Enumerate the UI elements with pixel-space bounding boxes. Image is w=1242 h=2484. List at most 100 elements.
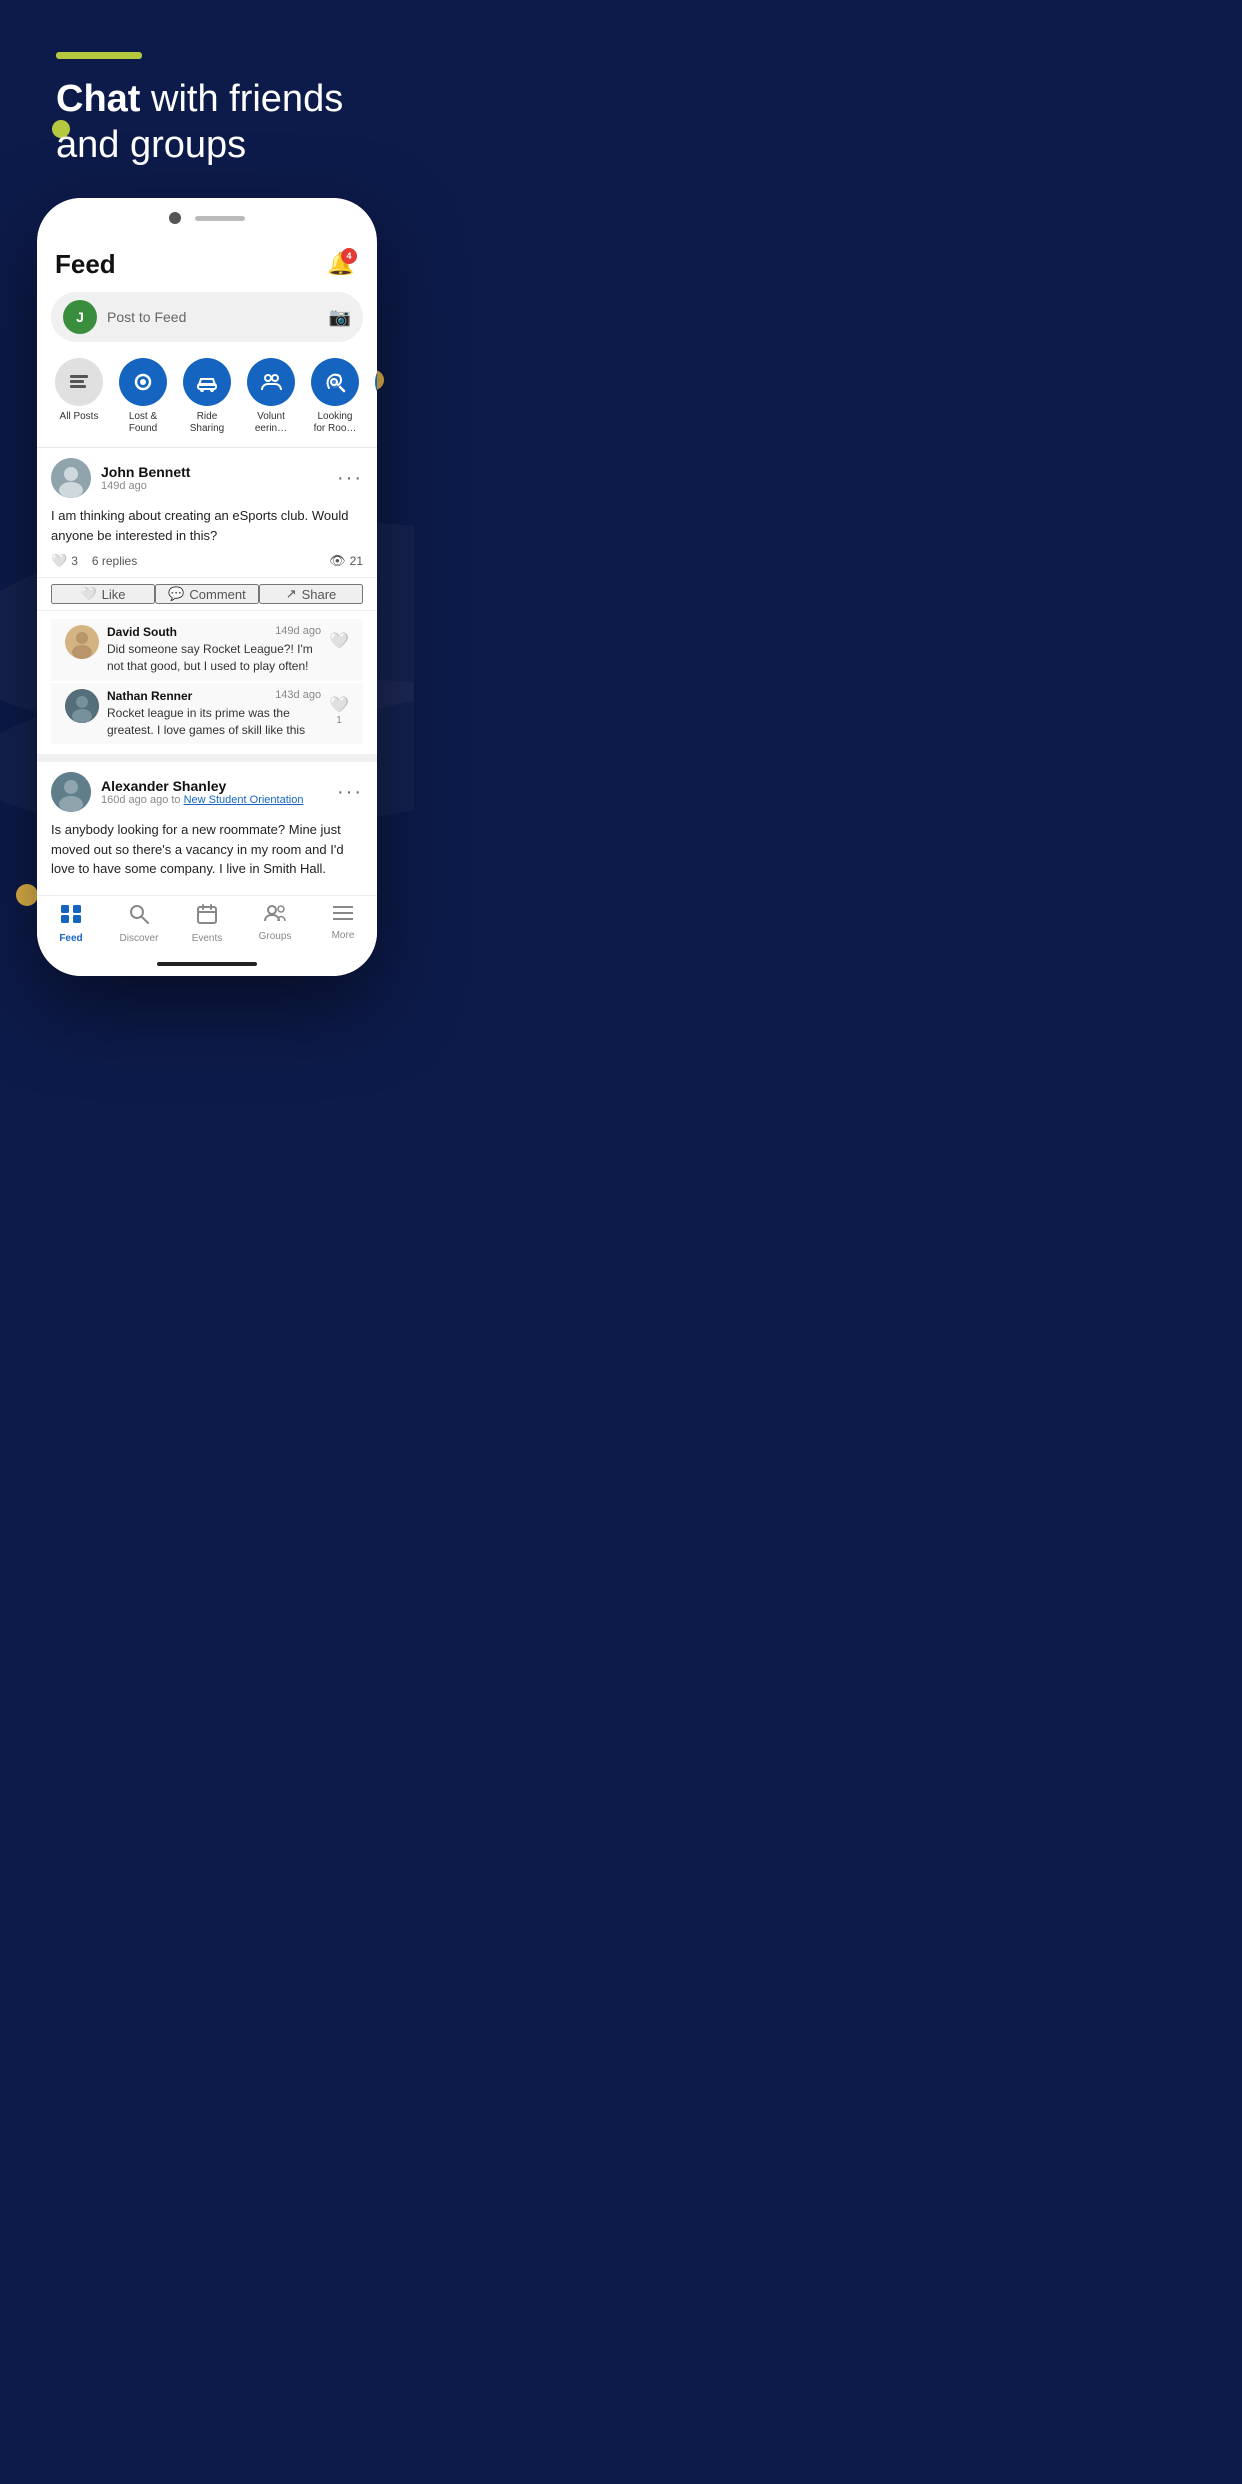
post1-stats: 🤍 3 6 replies 👁 21 [51,553,363,569]
divider-1 [37,447,377,448]
ideas-icon [375,358,377,406]
comment1-avatar [65,625,99,659]
all-posts-icon [55,358,103,406]
comment2-heart-icon: 🤍 [329,689,349,715]
post-to-feed-bar[interactable]: J Post to Feed 📷 [51,292,363,342]
nav-events[interactable]: Events [173,904,241,944]
post2-user-info: Alexander Shanley 160d ago ago to New St… [101,778,327,806]
home-indicator [37,958,377,976]
comment1-heart-icon: 🤍 [329,625,349,651]
like-button[interactable]: 🤍 Like [51,584,155,604]
post2-user-row: Alexander Shanley 160d ago ago to New St… [51,772,363,812]
like-icon: 🤍 [80,586,96,602]
comment1-text: Did someone say Rocket League?! I'm not … [107,641,321,675]
heart-icon: 🤍 [51,553,67,569]
comment-label: Comment [189,587,245,602]
categories-row: All Posts Lost &Found [37,354,377,447]
comment2-avatar [65,689,99,723]
comment2-body: Nathan Renner 143d ago Rocket league in … [107,689,321,739]
share-label: Share [302,587,337,602]
like-label: Like [102,587,126,602]
comment-icon: 💬 [168,586,184,602]
phone-mockup: Feed 🔔 4 J Post to Feed 📷 [0,198,414,976]
post1-avatar [51,458,91,498]
discover-nav-icon [129,904,149,930]
nav-feed[interactable]: Feed [37,904,105,944]
phone-speaker [195,216,245,221]
feed-header: Feed 🔔 4 [37,234,377,292]
category-all-posts[interactable]: All Posts [51,358,107,435]
notification-button[interactable]: 🔔 4 [323,246,359,282]
comments-section: David South 149d ago Did someone say Roc… [51,619,363,754]
more-nav-label: More [332,930,355,941]
post1-text: I am thinking about creating an eSports … [51,506,363,545]
comment1-like-area[interactable]: 🤍 [329,625,349,651]
post-placeholder-text: Post to Feed [107,309,319,325]
camera-icon[interactable]: 📷 [329,307,351,328]
post1-user-info: John Bennett 149d ago [101,464,327,492]
comment1-body: David South 149d ago Did someone say Roc… [107,625,321,675]
header-section: Chat with friendsand groups [0,0,414,188]
post2-user-name: Alexander Shanley [101,778,327,794]
groups-nav-icon [264,904,286,928]
post1-views-count: 21 [350,554,363,568]
header-title: Chat with friendsand groups [56,77,358,168]
category-volunteering[interactable]: Volunteerin… [243,358,299,435]
category-ride-sharing[interactable]: RideSharing [179,358,235,435]
comment1-name: David South [107,625,177,639]
app-content: Feed 🔔 4 J Post to Feed 📷 [37,234,377,895]
nav-discover[interactable]: Discover [105,904,173,944]
comment1-header: David South 149d ago [107,625,321,639]
nav-groups[interactable]: Groups [241,904,309,944]
comment-2: Nathan Renner 143d ago Rocket league in … [51,683,363,745]
category-lost-found[interactable]: Lost &Found [115,358,171,435]
comment-1: David South 149d ago Did someone say Roc… [51,619,363,681]
post1-likes-count: 3 [71,554,78,568]
post2-text: Is anybody looking for a new roommate? M… [51,820,363,879]
discover-nav-label: Discover [120,933,159,944]
events-nav-icon [197,904,217,930]
comment-button[interactable]: 💬 Comment [155,584,259,604]
post1-user-name: John Bennett [101,464,327,480]
volunteering-icon [247,358,295,406]
comment2-time: 143d ago [275,689,321,703]
events-nav-label: Events [192,933,223,944]
post2-more-button[interactable]: ··· [337,781,363,804]
bottom-navigation: Feed Discover [37,895,377,958]
home-bar [157,962,257,966]
feed-nav-label: Feed [59,933,82,944]
ride-sharing-icon [183,358,231,406]
comment2-name: Nathan Renner [107,689,192,703]
post2-avatar [51,772,91,812]
post1-replies-count: 6 replies [92,554,137,568]
user-avatar-post: J [63,300,97,334]
comment1-time: 149d ago [275,625,321,639]
category-looking-room[interactable]: Lookingfor Roo… [307,358,363,435]
post1-actions: 🤍 Like 💬 Comment ↗ Share [37,577,377,611]
header-bold: Chat [56,78,140,120]
looking-room-label: Lookingfor Roo… [314,411,357,435]
groups-nav-label: Groups [259,931,292,942]
lost-found-label: Lost &Found [129,411,157,435]
volunteering-label: Volunteerin… [255,411,287,435]
phone-camera [169,212,181,224]
comment2-header: Nathan Renner 143d ago [107,689,321,703]
more-nav-icon [333,904,353,927]
feed-title: Feed [55,249,116,280]
views-icon: 👁 [329,553,346,569]
lost-found-icon [119,358,167,406]
post2-group-link[interactable]: New Student Orientation [184,794,304,806]
comment2-like-area[interactable]: 🤍 1 [329,689,349,726]
post1-views-stat: 👁 21 [329,553,363,569]
post1-user-row: John Bennett 149d ago ··· [51,458,363,498]
share-button[interactable]: ↗ Share [259,584,363,604]
comment2-text: Rocket league in its prime was the great… [107,705,321,739]
post1-more-button[interactable]: ··· [337,467,363,490]
nav-more[interactable]: More [309,904,377,944]
category-ideas[interactable]: Id…Su… [371,358,377,435]
post1-likes-stat: 🤍 3 [51,553,78,569]
post-card-2: Alexander Shanley 160d ago ago to New St… [37,754,377,895]
phone-screen: Feed 🔔 4 J Post to Feed 📷 [37,198,377,976]
post1-time: 149d ago [101,480,327,492]
post2-time: 160d ago ago to New Student Orientation [101,794,327,806]
